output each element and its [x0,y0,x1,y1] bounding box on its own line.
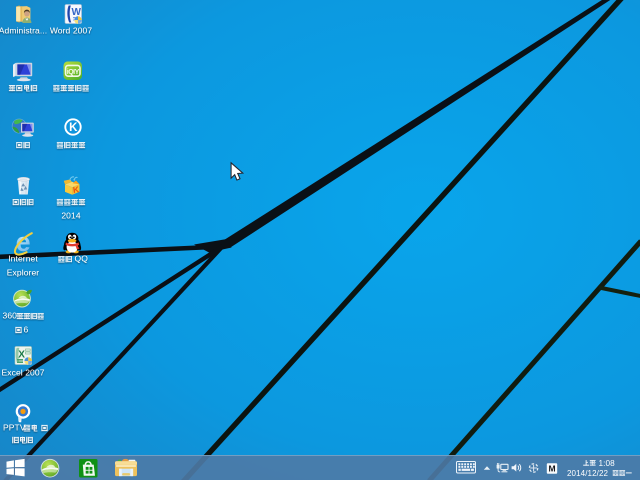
svg-text:K: K [69,122,78,134]
svg-text:360: 360 [3,311,18,321]
svg-text:2014: 2014 [61,211,80,221]
svg-text:1:08: 1:08 [599,459,616,468]
svg-text:W: W [71,7,81,18]
svg-text:Explorer: Explorer [7,268,40,278]
svg-text:Administra...: Administra... [0,26,47,36]
svg-text:QQ: QQ [75,254,89,264]
svg-text:Internet: Internet [8,254,38,264]
svg-text:PPTV: PPTV [3,423,26,433]
svg-text:iQIY: iQIY [67,69,80,76]
svg-text:X: X [18,350,25,361]
svg-text:Word 2007: Word 2007 [50,26,92,36]
svg-text:6: 6 [24,325,29,335]
svg-text:Excel 2007: Excel 2007 [1,368,44,378]
svg-text:2014/12/22: 2014/12/22 [567,469,608,478]
svg-text:e: e [16,227,31,257]
svg-text:M: M [548,464,555,474]
